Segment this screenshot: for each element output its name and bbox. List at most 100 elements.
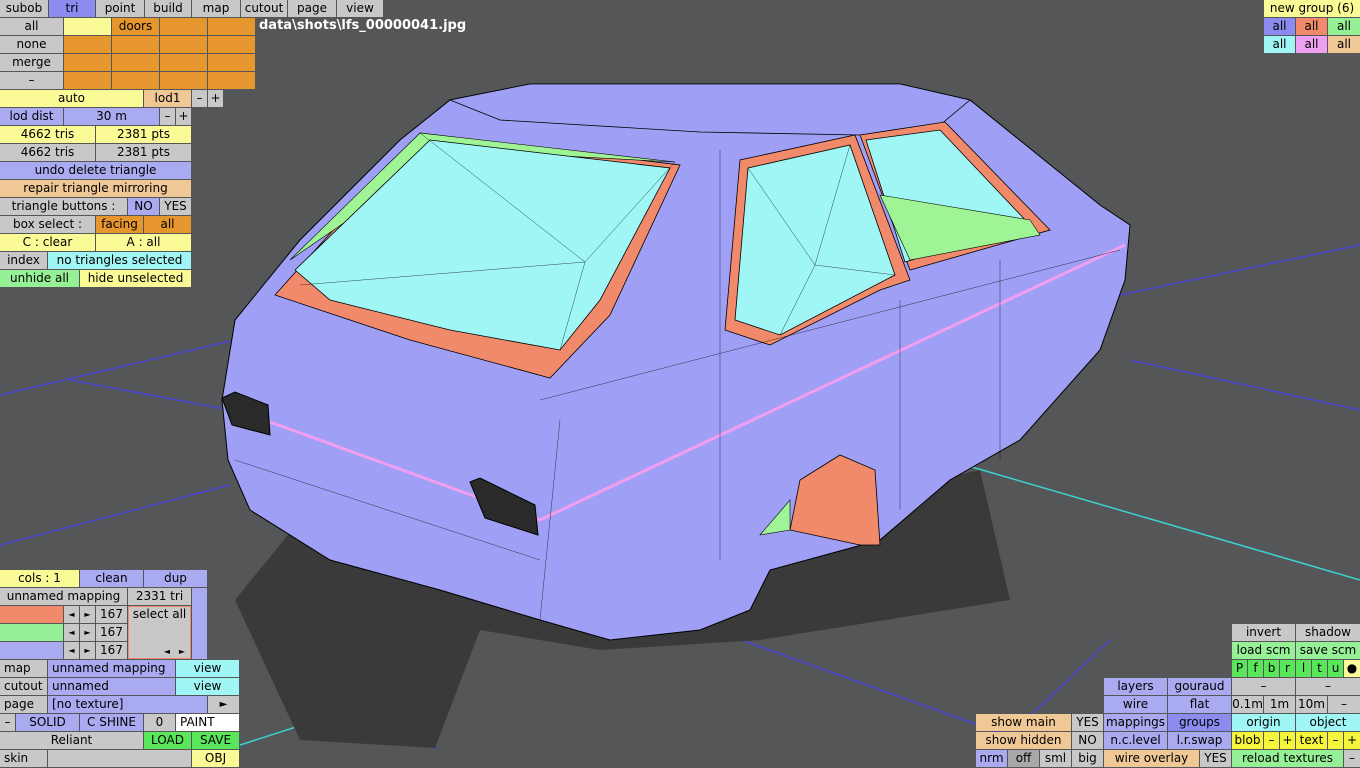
hide-unselected-button[interactable]: hide unselected: [80, 270, 191, 287]
paint-button[interactable]: PAINT: [176, 714, 239, 731]
normals-big-button[interactable]: big: [1072, 750, 1103, 767]
row-right-arrow[interactable]: ►: [80, 642, 95, 659]
select-all-button[interactable]: A : all: [96, 234, 191, 251]
tab-point[interactable]: point: [96, 0, 144, 17]
group-doors[interactable]: doors: [112, 18, 159, 35]
row-right-arrow[interactable]: ►: [80, 606, 95, 623]
group-cell[interactable]: [160, 72, 207, 89]
group-cell[interactable]: [160, 54, 207, 71]
row-left-arrow[interactable]: ◄: [64, 624, 79, 641]
skin-field[interactable]: [48, 750, 191, 767]
select-right-arrow[interactable]: ►: [175, 646, 189, 658]
tab-build[interactable]: build: [145, 0, 191, 17]
lr-swap-button[interactable]: l.r.swap: [1168, 732, 1231, 749]
grid-minus-button[interactable]: –: [1328, 696, 1360, 713]
lod-dist-minus[interactable]: –: [160, 108, 175, 125]
group-cell[interactable]: [112, 72, 159, 89]
page-next-button[interactable]: ►: [208, 696, 239, 713]
grid-01m-button[interactable]: 0.1m: [1232, 696, 1263, 713]
tab-view[interactable]: view: [337, 0, 383, 17]
view-p-button[interactable]: P: [1232, 660, 1247, 677]
group-all-button[interactable]: all: [0, 18, 63, 35]
dup-button[interactable]: dup: [144, 570, 207, 587]
box-select-all[interactable]: all: [144, 216, 191, 233]
shade-minus-button[interactable]: –: [0, 714, 15, 731]
mappings-button[interactable]: mappings: [1104, 714, 1167, 731]
blob-minus-button[interactable]: –: [1264, 732, 1279, 749]
group-none-button[interactable]: none: [0, 36, 63, 53]
layers-button[interactable]: layers: [1104, 678, 1167, 695]
undo-delete-button[interactable]: undo delete triangle: [0, 162, 191, 179]
group-merge-button[interactable]: merge: [0, 54, 63, 71]
shadow-button[interactable]: shadow: [1296, 624, 1360, 641]
mapping-scrollbar[interactable]: [192, 588, 207, 659]
text-minus-button[interactable]: –: [1328, 732, 1343, 749]
group-dash-button[interactable]: –: [0, 72, 63, 89]
view-u-button[interactable]: u: [1328, 660, 1343, 677]
view-t-button[interactable]: t: [1312, 660, 1327, 677]
lod-auto-button[interactable]: auto: [0, 90, 143, 107]
object-button[interactable]: object: [1296, 714, 1360, 731]
lod1-button[interactable]: lod1: [144, 90, 191, 107]
tab-subob[interactable]: subob: [0, 0, 48, 17]
blob-button[interactable]: blob: [1232, 732, 1263, 749]
grid-10m-button[interactable]: 10m: [1296, 696, 1327, 713]
normals-sml-button[interactable]: sml: [1040, 750, 1071, 767]
cols-button[interactable]: cols : 1: [0, 570, 79, 587]
blob-plus-button[interactable]: +: [1280, 732, 1295, 749]
group-cell[interactable]: [64, 36, 111, 53]
group-cell[interactable]: [208, 54, 255, 71]
normals-off-button[interactable]: off: [1008, 750, 1039, 767]
layer-minus-button-2[interactable]: –: [1296, 678, 1360, 695]
invert-button[interactable]: invert: [1232, 624, 1295, 641]
box-select-facing[interactable]: facing: [96, 216, 143, 233]
group-cell[interactable]: [112, 54, 159, 71]
view-b-button[interactable]: b: [1264, 660, 1279, 677]
save-skin-button[interactable]: SAVE: [192, 732, 239, 749]
lod-dist-value[interactable]: 30 m: [64, 108, 159, 125]
view-r-button[interactable]: r: [1280, 660, 1295, 677]
nc-level-button[interactable]: n.c.level: [1104, 732, 1167, 749]
origin-button[interactable]: origin: [1232, 714, 1295, 731]
group-cell[interactable]: [160, 36, 207, 53]
group-cell[interactable]: [208, 72, 255, 89]
triangle-buttons-no[interactable]: NO: [128, 198, 159, 215]
gouraud-button[interactable]: gouraud: [1168, 678, 1231, 695]
cutout-value[interactable]: unnamed: [48, 678, 175, 695]
wire-button[interactable]: wire: [1104, 696, 1167, 713]
show-main-toggle[interactable]: YES: [1072, 714, 1103, 731]
wire-overlay-toggle[interactable]: YES: [1200, 750, 1231, 767]
mapping-row-red[interactable]: [0, 606, 63, 623]
text-plus-button[interactable]: +: [1344, 732, 1360, 749]
group-all-purple[interactable]: all: [1264, 18, 1295, 35]
group-all-green[interactable]: all: [1328, 18, 1360, 35]
view-dot-button[interactable]: ●: [1344, 660, 1360, 677]
load-skin-button[interactable]: LOAD: [144, 732, 191, 749]
page-value[interactable]: [no texture]: [48, 696, 207, 713]
text-button[interactable]: text: [1296, 732, 1327, 749]
view-f-button[interactable]: f: [1248, 660, 1263, 677]
solid-button[interactable]: SOLID: [16, 714, 79, 731]
layer-minus-button[interactable]: –: [1232, 678, 1295, 695]
group-all-cyan[interactable]: all: [1264, 36, 1295, 53]
group-cell[interactable]: [160, 18, 207, 35]
row-left-arrow[interactable]: ◄: [64, 606, 79, 623]
mapping-row-green[interactable]: [0, 624, 63, 641]
group-all-pink[interactable]: all: [1296, 36, 1327, 53]
obj-button[interactable]: OBJ: [192, 750, 239, 767]
reload-minus-button[interactable]: –: [1344, 750, 1360, 767]
tab-map[interactable]: map: [192, 0, 240, 17]
reload-textures-button[interactable]: reload textures: [1232, 750, 1343, 767]
view-l-button[interactable]: l: [1296, 660, 1311, 677]
lod-minus-button[interactable]: –: [192, 90, 207, 107]
index-label[interactable]: index: [0, 252, 47, 269]
group-all-red[interactable]: all: [1296, 18, 1327, 35]
cutout-view-button[interactable]: view: [176, 678, 239, 695]
group-cell[interactable]: [64, 54, 111, 71]
groups-button[interactable]: groups: [1168, 714, 1231, 731]
select-left-arrow[interactable]: ◄: [160, 646, 174, 658]
map-value[interactable]: unnamed mapping: [48, 660, 175, 677]
group-cell[interactable]: [112, 36, 159, 53]
save-scm-button[interactable]: save scm: [1296, 642, 1360, 659]
clean-button[interactable]: clean: [80, 570, 143, 587]
